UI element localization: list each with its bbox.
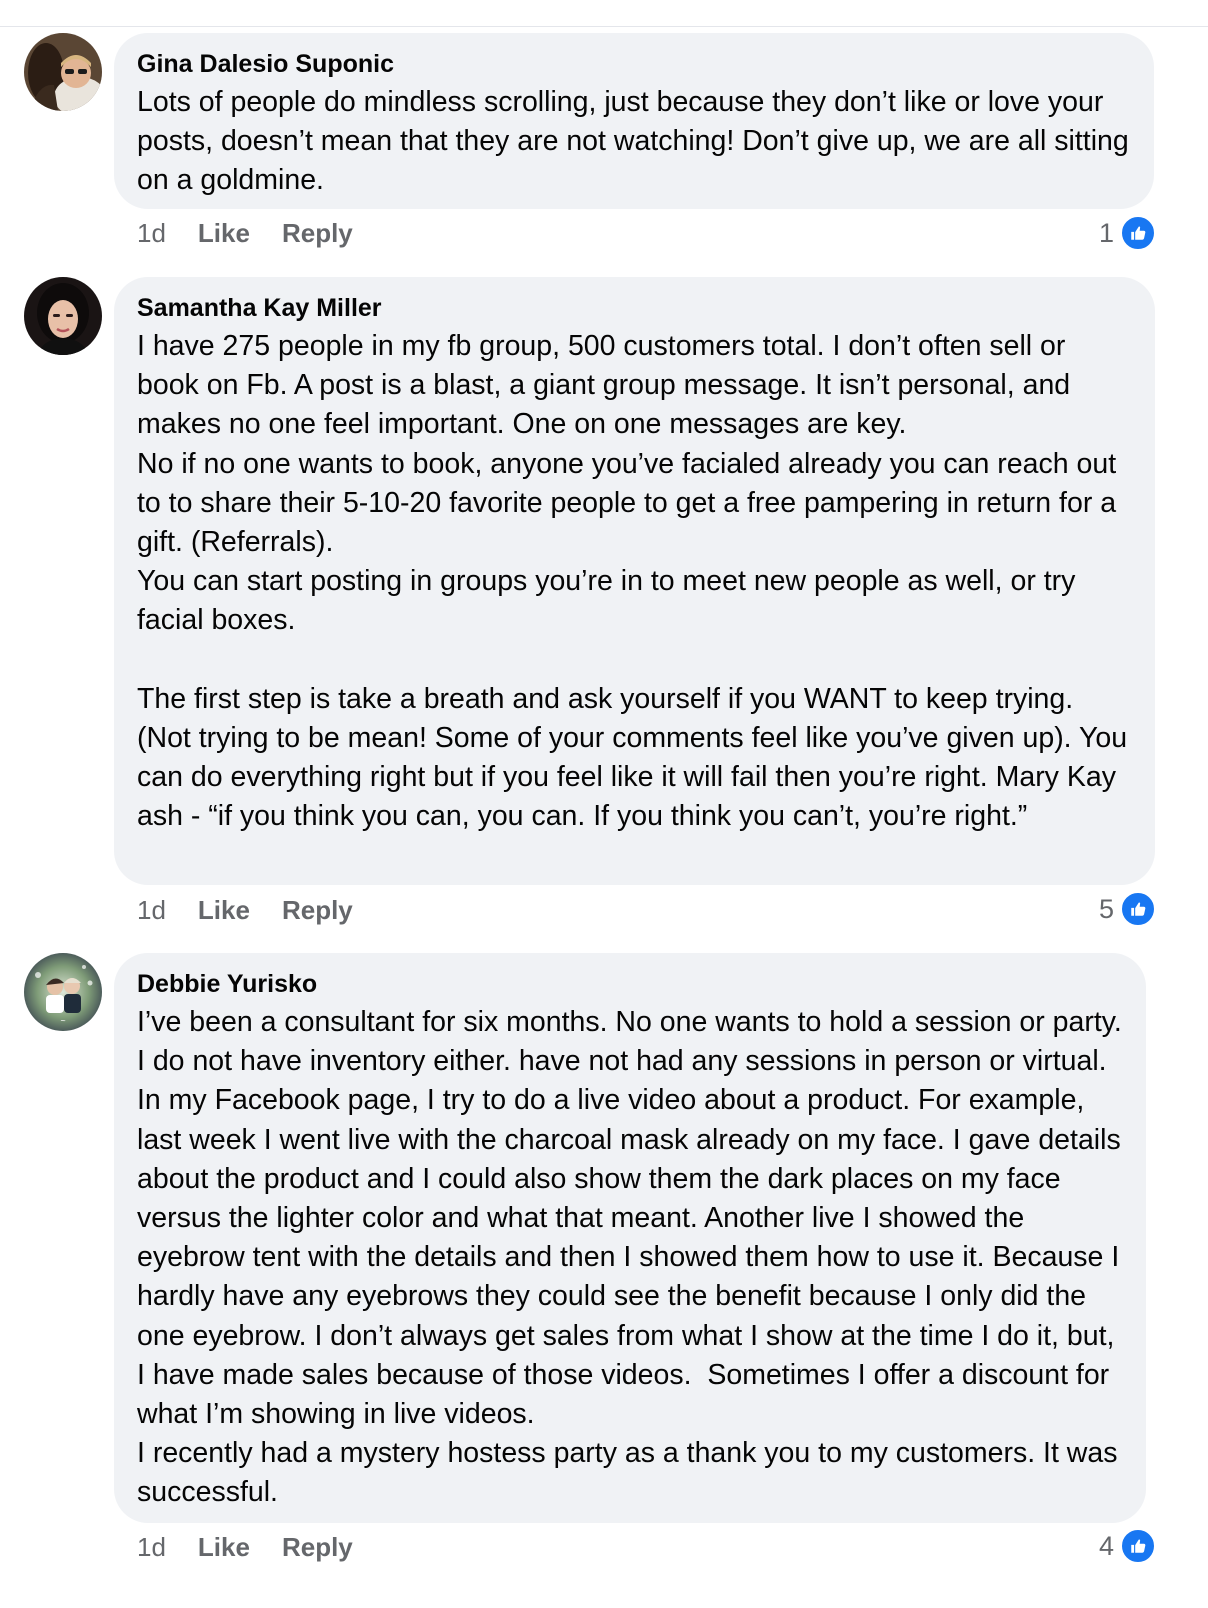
reaction-count: 5	[1098, 893, 1114, 924]
like-thumb-icon	[1120, 215, 1156, 251]
like-button[interactable]: Like	[198, 218, 250, 249]
reaction-summary[interactable]: 1	[1099, 213, 1156, 253]
comment-timestamp[interactable]: 1d	[137, 218, 166, 249]
reply-button[interactable]: Reply	[282, 1532, 353, 1563]
comment-author[interactable]: Debbie Yurisko	[137, 967, 1124, 1001]
reply-button[interactable]: Reply	[282, 895, 353, 926]
comment-author[interactable]: Gina Dalesio Suponic	[137, 47, 1132, 81]
reaction-summary[interactable]: 5	[1099, 889, 1156, 929]
comment-text: I have 275 people in my fb group, 500 cu…	[137, 330, 1128, 833]
like-thumb-icon	[1120, 891, 1156, 927]
comment-timestamp[interactable]: 1d	[137, 1532, 166, 1563]
comment-bubble: Gina Dalesio Suponic Lots of people do m…	[114, 33, 1154, 209]
comment-timestamp[interactable]: 1d	[137, 895, 166, 926]
comment-actions: 1d Like Reply	[137, 1527, 385, 1567]
comment-text: I’ve been a consultant for six months. N…	[137, 1006, 1122, 1509]
like-button[interactable]: Like	[198, 895, 250, 926]
avatar[interactable]	[24, 33, 102, 111]
comment-bubble: Debbie Yurisko I’ve been a consultant fo…	[114, 953, 1146, 1523]
comment-text: Lots of people do mindless scrolling, ju…	[137, 86, 1137, 197]
reaction-count: 1	[1098, 217, 1114, 248]
reply-button[interactable]: Reply	[282, 218, 353, 249]
comment-bubble: Samantha Kay Miller I have 275 people in…	[114, 277, 1155, 885]
comment-actions: 1d Like Reply	[137, 890, 385, 930]
like-thumb-icon	[1120, 1528, 1156, 1564]
top-divider	[0, 26, 1208, 27]
comment-author[interactable]: Samantha Kay Miller	[137, 291, 1133, 325]
comment-actions: 1d Like Reply	[137, 213, 385, 253]
reaction-count: 4	[1098, 1530, 1114, 1561]
reaction-summary[interactable]: 4	[1099, 1526, 1156, 1566]
svg-text:~: ~	[60, 1017, 66, 1025]
like-button[interactable]: Like	[198, 1532, 250, 1563]
avatar[interactable]	[24, 277, 102, 355]
avatar[interactable]: ~	[24, 953, 102, 1031]
